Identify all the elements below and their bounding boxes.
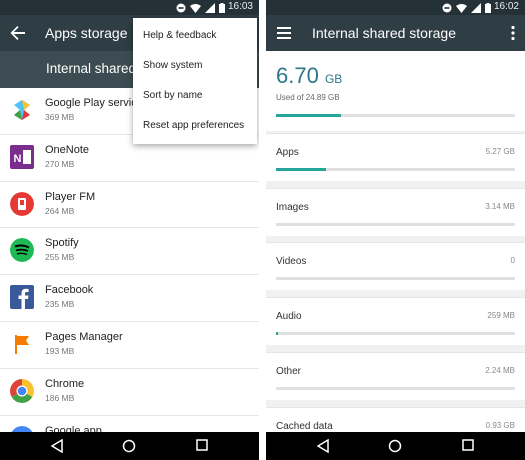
- menu-item-show-system[interactable]: Show system: [133, 51, 257, 81]
- category-label: Cached data: [276, 420, 333, 432]
- category-value: 2.24 MB: [485, 365, 515, 375]
- category-usage-fill: [276, 168, 327, 171]
- overflow-menu: Help & feedback Show system Sort by name…: [133, 18, 257, 144]
- wifi-icon: [190, 3, 201, 13]
- used-storage-value: 6.70 GB: [276, 63, 342, 89]
- spotify-icon: [10, 238, 34, 263]
- internal-storage-screen: 16:02 Internal shared storage 6.70 GB Us…: [266, 0, 525, 460]
- category-value: 5.27 GB: [485, 147, 515, 156]
- more-options-icon[interactable]: [511, 25, 515, 41]
- total-usage-bar: [276, 114, 515, 117]
- app-row-pages-manager[interactable]: Pages Manager 193 MB: [0, 322, 259, 369]
- category-label: Audio: [276, 311, 302, 323]
- category-label: Images: [276, 201, 309, 213]
- category-usage-fill: [276, 332, 279, 336]
- storage-category-images[interactable]: Images 3.14 MB: [266, 187, 525, 236]
- menu-item-sort-by-name[interactable]: Sort by name: [133, 81, 257, 111]
- onenote-icon: N: [10, 144, 34, 169]
- status-bar: 16:02: [266, 0, 525, 15]
- status-time: 16:03: [227, 1, 253, 12]
- app-name: Pages Manager: [45, 330, 123, 343]
- facebook-icon: [10, 285, 34, 310]
- used-of-total: Used of 24.89 GB: [276, 93, 340, 102]
- signal-icon: [205, 2, 215, 13]
- used-unit: GB: [324, 72, 343, 86]
- app-name: Facebook: [45, 284, 94, 297]
- pages-manager-icon: [15, 334, 29, 354]
- page-title: Internal shared storage: [312, 25, 456, 41]
- menu-item-reset-app-preferences[interactable]: Reset app preferences: [133, 111, 257, 141]
- category-usage-bar: [276, 332, 515, 336]
- storage-summary: 6.70 GB Used of 24.89 GB: [266, 51, 525, 131]
- category-value: 0.93 GB: [485, 420, 515, 430]
- app-size: 369 MB: [45, 112, 75, 122]
- app-row-chrome[interactable]: Chrome 186 MB: [0, 369, 259, 416]
- storage-category-videos[interactable]: Videos 0: [266, 242, 525, 291]
- status-time: 16:02: [493, 1, 519, 12]
- player-fm-icon: [10, 191, 34, 216]
- category-label: Apps: [276, 147, 299, 158]
- apps-storage-screen: 16:03 Apps storage Internal shared Googl…: [0, 0, 259, 460]
- menu-item-help-feedback[interactable]: Help & feedback: [133, 21, 257, 51]
- app-size: 270 MB: [45, 158, 75, 169]
- signal-icon: [471, 2, 481, 13]
- category-usage-bar: [276, 168, 515, 171]
- category-usage-bar: [276, 222, 515, 226]
- page-title: Apps storage: [45, 25, 128, 41]
- app-size: 193 MB: [45, 345, 75, 356]
- screen-divider: [259, 0, 266, 460]
- nav-recents-icon[interactable]: [462, 439, 474, 451]
- chrome-icon: [10, 378, 34, 403]
- app-size: 235 MB: [45, 299, 75, 310]
- google-play-services-icon: [14, 100, 30, 120]
- svg-text:N: N: [14, 153, 22, 165]
- storage-category-audio[interactable]: Audio 259 MB: [266, 297, 525, 346]
- category-value: 3.14 MB: [485, 201, 515, 211]
- app-size: 186 MB: [45, 392, 75, 403]
- category-value: 0: [510, 256, 515, 266]
- nav-home-icon[interactable]: [388, 439, 402, 453]
- storage-category-apps[interactable]: Apps 5.27 GB: [266, 133, 525, 181]
- back-arrow-icon[interactable]: [10, 25, 26, 41]
- app-row-spotify[interactable]: Spotify 255 MB: [0, 228, 259, 276]
- volume-label: Internal shared: [46, 61, 137, 76]
- app-name: Chrome: [45, 377, 85, 390]
- category-usage-bar: [276, 386, 515, 390]
- battery-icon: [219, 2, 225, 13]
- app-size: 255 MB: [45, 252, 75, 263]
- app-size: 264 MB: [45, 205, 75, 216]
- used-number: 6.70: [276, 63, 319, 88]
- nav-recents-icon[interactable]: [196, 439, 208, 451]
- category-label: Other: [276, 365, 302, 377]
- storage-category-other[interactable]: Other 2.24 MB: [266, 351, 525, 400]
- app-name: Player FM: [45, 190, 96, 203]
- nav-back-icon[interactable]: [51, 439, 63, 453]
- status-bar: 16:03: [0, 0, 259, 15]
- category-label: Videos: [276, 256, 307, 268]
- battery-icon: [485, 2, 491, 13]
- app-row-facebook[interactable]: Facebook 235 MB: [0, 275, 259, 322]
- category-value: 259 MB: [487, 311, 515, 321]
- wifi-icon: [456, 3, 467, 13]
- app-name: Spotify: [45, 237, 79, 250]
- total-usage-fill: [276, 114, 341, 117]
- do-not-disturb-icon: [442, 3, 452, 12]
- hamburger-menu-icon[interactable]: [276, 26, 292, 40]
- navigation-bar: [266, 432, 525, 460]
- app-bar: Internal shared storage: [266, 15, 525, 51]
- nav-home-icon[interactable]: [122, 439, 136, 453]
- app-row-player-fm[interactable]: Player FM 264 MB: [0, 182, 259, 229]
- nav-back-icon[interactable]: [317, 439, 329, 453]
- category-usage-bar: [276, 277, 515, 281]
- navigation-bar: [0, 432, 259, 460]
- app-name: OneNote: [45, 143, 90, 156]
- do-not-disturb-icon: [176, 3, 186, 12]
